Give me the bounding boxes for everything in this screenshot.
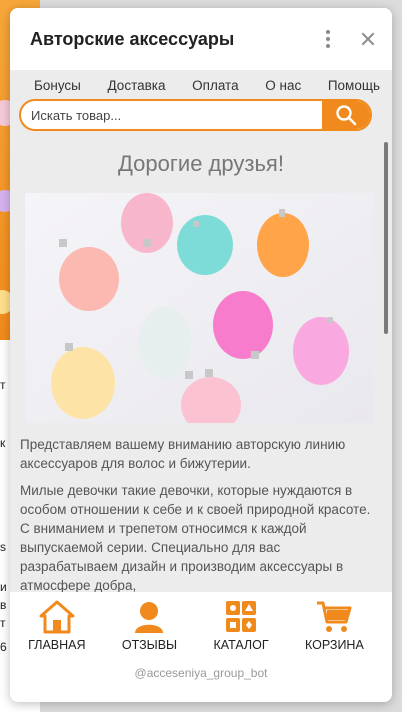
nav-item-payment[interactable]: Оплата — [192, 78, 238, 93]
product-photo — [25, 193, 373, 423]
background-text-fragment: к — [0, 436, 6, 450]
tab-cart[interactable]: КОРЗИНА — [305, 600, 364, 652]
catalog-grid-icon — [226, 601, 257, 632]
top-nav: Бонусы Доставка Оплата О нас Помощь — [10, 70, 392, 93]
scrollbar-thumb[interactable] — [384, 142, 388, 334]
titlebar-actions — [318, 27, 380, 51]
background-text-fragment: в — [0, 598, 7, 612]
tab-cart-label: КОРЗИНА — [304, 638, 364, 652]
nav-item-help[interactable]: Помощь — [328, 78, 380, 93]
cart-icon — [317, 601, 352, 632]
tab-catalog-label: КАТАЛОГ — [213, 638, 269, 652]
background-text-fragment: и — [0, 580, 7, 594]
titlebar: Авторские аксессуары — [10, 8, 392, 70]
bot-username: @acceseniya_group_bot — [134, 666, 268, 680]
window-title: Авторские аксессуары — [30, 28, 235, 49]
kebab-menu-icon[interactable] — [318, 27, 338, 51]
bottom-navigation: ГЛАВНАЯ ОТЗЫВЫ КАТАЛОГ КОРЗИНА — [10, 592, 382, 666]
search-button[interactable] — [322, 101, 370, 129]
tab-home[interactable]: ГЛАВНАЯ — [28, 600, 86, 652]
search-icon — [336, 105, 357, 126]
background-text-fragment: 6 — [0, 640, 7, 654]
background-text-fragment: т — [0, 616, 6, 630]
tab-reviews[interactable]: ОТЗЫВЫ — [122, 600, 177, 652]
nav-item-about[interactable]: О нас — [265, 78, 301, 93]
content-area[interactable]: Бонусы Доставка Оплата О нас Помощь Доро… — [10, 70, 392, 592]
background-text-fragment: т — [0, 378, 6, 392]
background-text-fragment: s — [0, 540, 6, 554]
search-input[interactable] — [21, 107, 322, 123]
tab-home-label: ГЛАВНАЯ — [28, 638, 86, 652]
intro-paragraph: Представляем вашему вниманию авторскую л… — [20, 437, 346, 471]
search-bar — [19, 99, 372, 131]
about-paragraph: Милые девочки такие девочки, которые нуж… — [20, 483, 371, 592]
nav-item-bonuses[interactable]: Бонусы — [34, 78, 81, 93]
close-icon[interactable] — [356, 27, 380, 51]
page-heading: Дорогие друзья! — [118, 151, 284, 176]
nav-item-delivery[interactable]: Доставка — [108, 78, 166, 93]
bot-webapp-window: Авторские аксессуары Бонусы Доставка Опл… — [10, 8, 392, 702]
home-icon — [39, 600, 75, 634]
tab-reviews-label: ОТЗЫВЫ — [121, 638, 178, 652]
user-icon — [135, 602, 164, 633]
tab-catalog[interactable]: КАТАЛОГ — [213, 600, 269, 652]
